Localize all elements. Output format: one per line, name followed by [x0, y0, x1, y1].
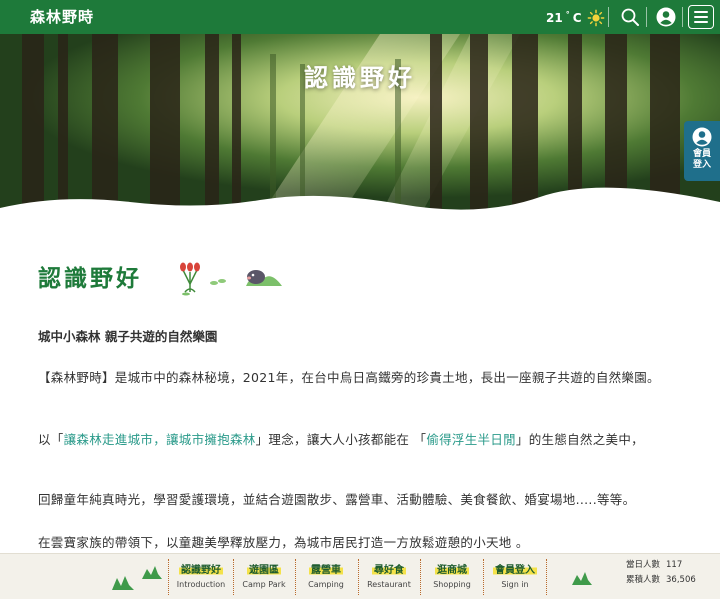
nav-label-en: Restaurant	[367, 580, 411, 589]
nav-label-en: Camp Park	[242, 580, 286, 589]
nav-shopping[interactable]: 逛商城 Shopping	[421, 558, 483, 596]
mole-mascot-icon	[246, 270, 282, 286]
grass-icon	[142, 566, 162, 579]
nav-restaurant[interactable]: 尋好食 Restaurant	[358, 558, 420, 596]
nav-separator	[546, 559, 549, 595]
member-login-tab[interactable]: 會員登入	[684, 121, 720, 181]
nav-sign-in[interactable]: 會員登入 Sign in	[484, 558, 546, 596]
top-bar: 森林野時 21 ° C	[0, 0, 720, 34]
menu-icon[interactable]	[688, 5, 714, 29]
member-login-label: 會員登入	[692, 149, 711, 170]
leaf-icon	[210, 279, 226, 285]
sun-icon	[587, 9, 604, 27]
concept-paragraph: 以「讓森林走進城市，讓城市擁抱森林」理念，讓大人小孩都能在 「偷得浮生半日閒」的…	[38, 430, 678, 450]
grass-icon	[572, 572, 592, 585]
visitor-stats: 當日人數 117 累積人數 36,506	[626, 558, 696, 588]
nav-label-zh: 尋好食	[372, 561, 406, 576]
total-visitors-value: 36,506	[666, 575, 696, 585]
nav-label-zh: 認識野好	[179, 561, 223, 576]
concept-highlight-2: 偷得浮生半日閒	[426, 432, 516, 447]
temperature-unit: C	[572, 11, 582, 25]
topbar-divider	[608, 7, 609, 27]
activities-paragraph: 回歸童年純真時光，學習愛護環境，並結合遊園散步、露營車、活動體驗、美食餐飲、婚宴…	[38, 492, 636, 507]
nav-label-en: Introduction	[176, 580, 226, 589]
nav-label-en: Sign in	[501, 580, 529, 589]
flower-icon	[180, 262, 200, 296]
concept-text: 以「	[38, 432, 64, 447]
hero-banner: 認識野好	[0, 34, 720, 216]
mascot-paragraph: 在雲寶家族的帶領下，以童趣美學釋放壓力，為城市居民打造一方放鬆遊憩的小天地 。	[38, 535, 529, 550]
nav-camp-park[interactable]: 遊園區 Camp Park	[233, 558, 295, 596]
weather-widget: 21 ° C	[546, 9, 605, 27]
degree-symbol: °	[565, 9, 570, 19]
user-icon	[692, 127, 712, 147]
nav-label-zh: 逛商城	[435, 561, 469, 576]
bottom-nav: 認識野好 Introduction 遊園區 Camp Park 露營車 Camp…	[0, 553, 720, 599]
temperature-value: 21	[546, 11, 563, 25]
grass-icon	[112, 576, 134, 590]
total-visitors-label: 累積人數	[626, 575, 661, 585]
concept-text: 」的生態自然之美中，	[515, 432, 644, 447]
topbar-divider	[682, 7, 683, 27]
user-icon[interactable]	[656, 7, 676, 27]
nav-label-zh: 露營車	[309, 561, 343, 576]
intro-paragraph: 【森林野時】是城市中的森林秘境，2021年，在台中烏日高鐵旁的珍貴土地，長出一座…	[38, 370, 660, 385]
today-visitors-label: 當日人數	[626, 560, 661, 570]
hero-title: 認識野好	[304, 64, 416, 92]
search-icon[interactable]	[620, 7, 640, 27]
nav-camping[interactable]: 露營車 Camping	[295, 558, 357, 596]
topbar-divider	[646, 7, 647, 27]
nav-label-zh: 遊園區	[247, 561, 281, 576]
concept-text: 」理念，讓大人小孩都能在 「	[255, 432, 427, 447]
concept-highlight-1: 讓森林走進城市，讓城市擁抱森林	[63, 432, 256, 447]
content-subtitle: 城中小森林 親子共遊的自然樂園	[38, 329, 218, 344]
nav-introduction[interactable]: 認識野好 Introduction	[170, 558, 232, 596]
nav-label-en: Shopping	[433, 580, 471, 589]
today-visitors-value: 117	[666, 560, 683, 570]
nav-label-en: Camping	[308, 580, 344, 589]
section-title: 認識野好	[38, 266, 142, 292]
site-logo[interactable]: 森林野時	[30, 6, 94, 27]
nav-label-zh: 會員登入	[493, 561, 537, 576]
